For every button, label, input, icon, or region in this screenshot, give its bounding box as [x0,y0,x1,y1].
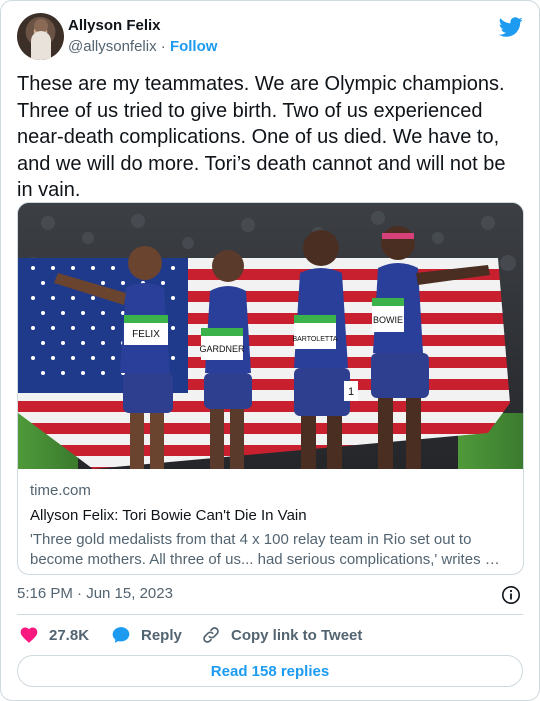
author-handle-line: @allysonfelix · Follow [68,37,217,57]
link-domain: time.com [30,482,91,499]
author-block: Allyson Felix @allysonfelix · Follow [68,16,217,57]
link-preview-image: FELIX GARDNER BARTOLETTA BOWIE 1 [18,203,523,469]
avatar[interactable] [17,13,64,60]
info-icon[interactable] [501,585,521,605]
copy-link-label: Copy link to Tweet [231,626,363,644]
heart-icon [20,627,38,643]
tweet-header: Allyson Felix @allysonfelix · Follow [17,13,523,61]
tweet-embed-card: Allyson Felix @allysonfelix · Follow The… [0,0,540,701]
reply-label: Reply [141,626,182,644]
link-icon [203,627,219,643]
reply-bubble-icon [112,627,130,643]
handle-separator: · [156,38,170,55]
follow-link[interactable]: Follow [170,38,218,55]
like-button[interactable]: 27.8K [19,624,89,646]
link-title: Allyson Felix: Tori Bowie Can't Die In V… [30,507,307,524]
like-count: 27.8K [49,626,90,644]
link-preview-meta: time.com Allyson Felix: Tori Bowie Can't… [30,481,511,570]
tweet-actions: 27.8K Reply Copy link to Tweet [17,624,517,648]
reply-button[interactable]: Reply [111,624,182,646]
bib-gardner: GARDNER [199,344,245,354]
tweet-text: These are my teammates. We are Olympic c… [17,73,506,201]
hip-number: 1 [348,386,354,398]
bib-bowie: BOWIE [373,315,403,325]
divider [17,614,523,615]
tweet-timestamp[interactable]: 5:16 PM · Jun 15, 2023 [17,584,173,604]
author-handle[interactable]: @allysonfelix [68,38,157,55]
bib-felix: FELIX [132,329,160,340]
twitter-bird-icon[interactable] [499,15,523,39]
author-display-name[interactable]: Allyson Felix [68,16,217,36]
link-description: 'Three gold medalists from that 4 x 100 … [30,531,500,568]
copy-link-button[interactable]: Copy link to Tweet [201,624,362,646]
bib-bartoletta: BARTOLETTA [292,336,337,343]
read-replies-button[interactable]: Read 158 replies [17,655,523,687]
link-preview-card[interactable]: FELIX GARDNER BARTOLETTA BOWIE 1 time.co… [17,202,524,575]
